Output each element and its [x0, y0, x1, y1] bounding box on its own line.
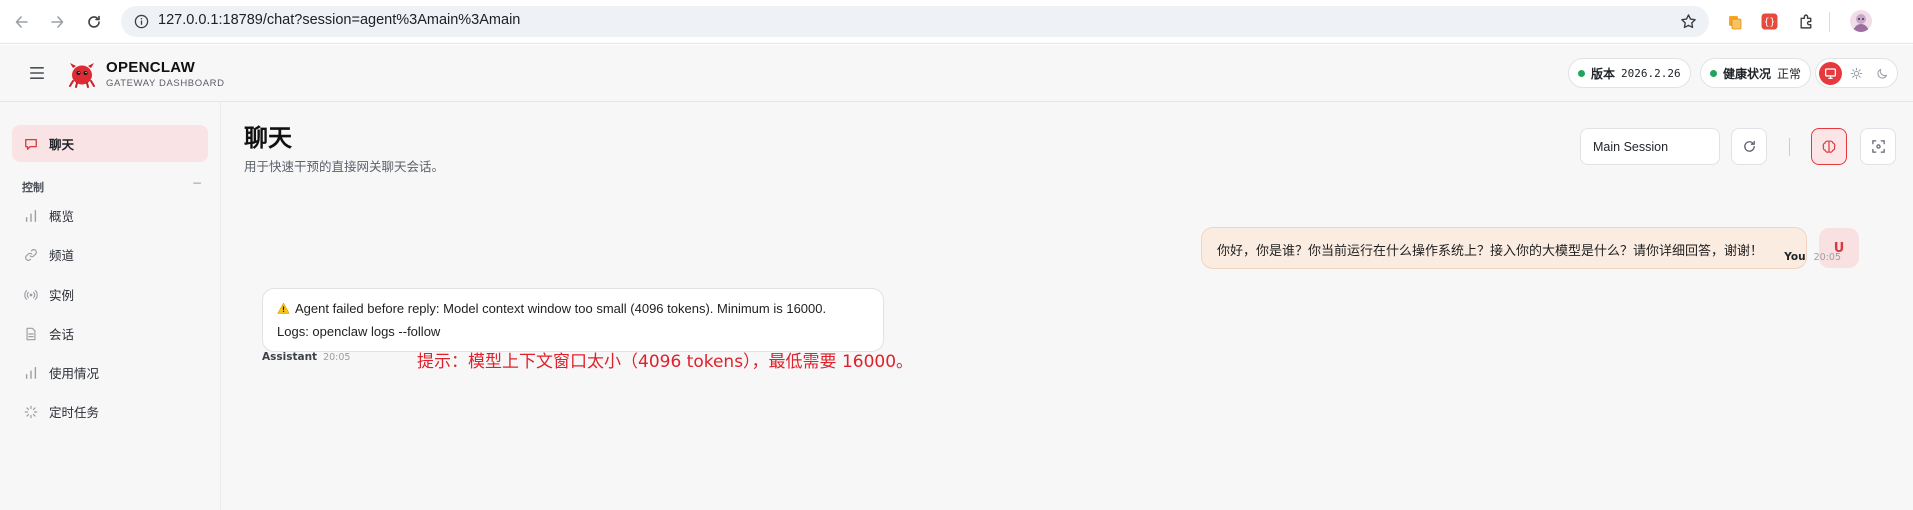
browser-toolbar: 127.0.0.1:18789/chat?session=agent%3Amai…	[0, 0, 1913, 44]
version-label: 版本	[1591, 66, 1616, 81]
brand-name: OPENCLAW	[106, 59, 196, 76]
sidebar-item-overview[interactable]: 概览	[12, 197, 208, 234]
sidebar-item-chat[interactable]: 聊天	[12, 125, 208, 162]
sidebar-item-label: 使用情况	[49, 366, 100, 381]
svg-text:{}: {}	[1764, 17, 1776, 28]
document-icon	[24, 327, 38, 341]
version-badge: 版本 2026.2.26	[1568, 58, 1691, 88]
annotation-note: 提示：模型上下文窗口太小（4096 tokens），最低需要 16000。	[417, 352, 914, 372]
page-subtitle: 用于快速干预的直接网关聊天会话。	[244, 159, 445, 174]
bar-chart-icon	[24, 209, 38, 223]
arrow-left-icon	[15, 16, 28, 28]
sidebar-item-label: 聊天	[49, 137, 75, 152]
collapse-toggle[interactable]: −	[192, 176, 202, 190]
extension-copy-icon[interactable]	[1725, 12, 1744, 31]
broadcast-icon	[24, 288, 38, 302]
chat-bubble-icon	[24, 137, 38, 151]
sidebar-item-label: 频道	[49, 248, 75, 263]
sender-name: Assistant	[262, 351, 318, 363]
theme-toggle	[1815, 58, 1898, 88]
logs-hint: Logs: openclaw logs --follow	[277, 324, 441, 339]
sender-name: You	[1784, 251, 1806, 263]
toolbar-divider	[1829, 12, 1830, 32]
address-bar[interactable]: 127.0.0.1:18789/chat?session=agent%3Amai…	[121, 6, 1709, 37]
session-select[interactable]: Main Session	[1580, 128, 1720, 165]
brain-icon	[1822, 139, 1836, 153]
sidebar-item-label: 实例	[49, 288, 75, 303]
app-header: OPENCLAW GATEWAY DASHBOARD 版本 2026.2.26 …	[0, 45, 1913, 102]
bar-chart-icon	[24, 366, 38, 380]
brand-subtitle: GATEWAY DASHBOARD	[106, 78, 225, 89]
assistant-message-meta: Assistant 20:05	[262, 351, 350, 363]
version-value: 2026.2.26	[1621, 66, 1681, 80]
page-title: 聊天	[244, 124, 292, 152]
moon-icon	[1877, 68, 1888, 79]
theme-system-button[interactable]	[1819, 62, 1842, 85]
toolbar-divider	[1789, 138, 1790, 156]
focus-mode-button[interactable]	[1860, 128, 1896, 165]
sidebar-item-instances[interactable]: 实例	[12, 276, 208, 313]
sidebar-section-control: 控制	[22, 181, 44, 194]
back-button[interactable]	[11, 11, 33, 33]
health-value: 正常	[1777, 66, 1802, 81]
main-panel: 聊天 用于快速干预的直接网关聊天会话。 Main Session 你好，你是谁？…	[221, 102, 1913, 510]
sidebar-item-label: 定时任务	[49, 405, 100, 420]
thinking-toggle-button[interactable]	[1811, 128, 1847, 165]
theme-dark-button[interactable]	[1871, 62, 1894, 85]
assistant-message-bubble: Agent failed before reply: Model context…	[262, 288, 884, 352]
monitor-icon	[1824, 68, 1837, 80]
profile-avatar[interactable]	[1850, 10, 1872, 32]
message-time: 20:05	[1813, 252, 1841, 263]
warning-icon	[277, 300, 290, 321]
sidebar-item-usage[interactable]: 使用情况	[12, 354, 208, 391]
refresh-button[interactable]	[1731, 128, 1767, 165]
health-label: 健康状况	[1723, 66, 1772, 81]
reload-icon	[88, 15, 100, 28]
spinner-icon	[24, 405, 38, 419]
sidebar-item-label: 会话	[49, 327, 75, 342]
theme-light-button[interactable]	[1845, 62, 1868, 85]
link-icon	[24, 248, 38, 262]
user-message-bubble: 你好，你是谁？你当前运行在什么操作系统上？接入你的大模型是什么？请你详细回答，谢…	[1201, 227, 1807, 269]
sidebar-item-label: 概览	[49, 209, 75, 224]
url-text[interactable]: 127.0.0.1:18789/chat?session=agent%3Amai…	[158, 12, 520, 28]
sidebar-item-channels[interactable]: 频道	[12, 236, 208, 273]
site-info-icon[interactable]	[134, 14, 149, 29]
openclaw-logo-icon	[67, 59, 97, 89]
reload-button[interactable]	[83, 11, 105, 33]
message-time: 20:05	[323, 352, 351, 363]
health-badge: 健康状况 正常	[1700, 58, 1812, 88]
extensions-puzzle-icon[interactable]	[1797, 12, 1816, 31]
focus-frame-icon	[1871, 140, 1885, 153]
status-dot	[1578, 69, 1585, 77]
bookmark-star-icon[interactable]	[1680, 13, 1697, 30]
sun-icon	[1850, 67, 1863, 80]
status-dot	[1710, 69, 1717, 77]
sidebar: 聊天 − 聊天 控制 − 概览 频道 实例 会话 使用情况	[0, 102, 221, 510]
error-text: Agent failed before reply: Model context…	[295, 301, 827, 316]
sidebar-item-cron[interactable]: 定时任务	[12, 393, 208, 430]
forward-button[interactable]	[46, 11, 68, 33]
menu-icon[interactable]	[28, 65, 48, 81]
refresh-icon	[1743, 140, 1755, 152]
extension-code-icon[interactable]: {}	[1760, 12, 1779, 31]
arrow-right-icon	[51, 16, 64, 28]
sidebar-item-sessions[interactable]: 会话	[12, 315, 208, 352]
user-message-meta: You 20:05	[1784, 251, 1841, 263]
